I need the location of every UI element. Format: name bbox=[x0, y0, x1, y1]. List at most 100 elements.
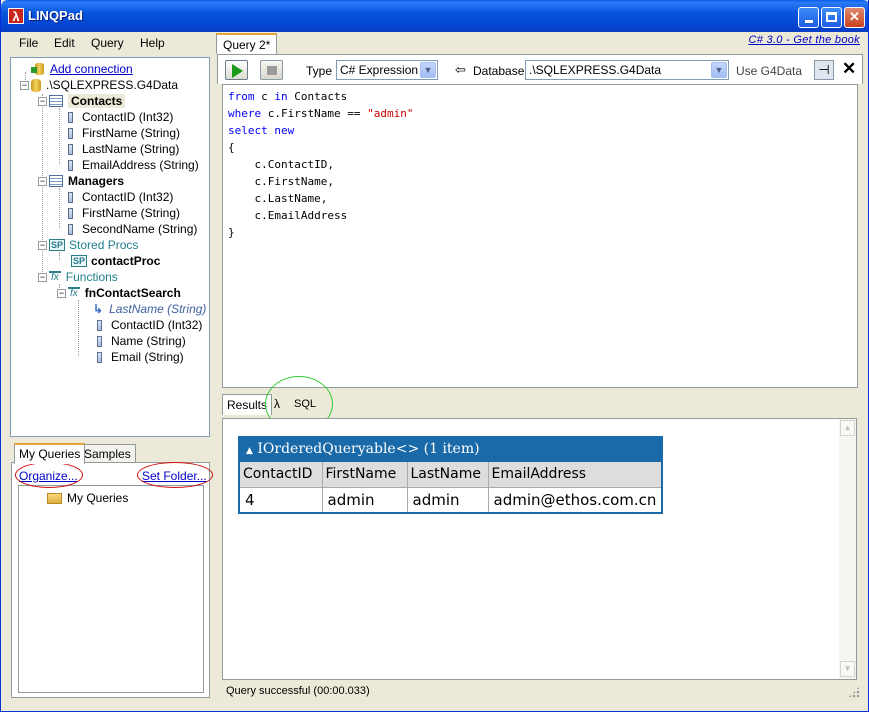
close-query-button[interactable]: ✕ bbox=[842, 59, 856, 79]
column-label: FirstName (String) bbox=[82, 206, 181, 220]
column-icon bbox=[68, 191, 73, 203]
code-line[interactable]: select new bbox=[228, 122, 413, 139]
code-keyword: in bbox=[274, 90, 288, 103]
code-text: c.ContactID, bbox=[228, 158, 334, 171]
results-scrollbar[interactable]: ▲ ▼ bbox=[839, 419, 856, 679]
tree-item-column[interactable]: EmailAddress (String) bbox=[65, 157, 199, 173]
code-line[interactable]: c.EmailAddress bbox=[228, 207, 413, 224]
queries-tabs: My Queries Samples bbox=[12, 443, 212, 464]
stored-procs-label: Stored Procs bbox=[69, 238, 139, 252]
column-label: ContactID (Int32) bbox=[82, 190, 174, 204]
query-code[interactable]: from c in Contacts where c.FirstName == "… bbox=[228, 88, 413, 241]
column-label: EmailAddress (String) bbox=[82, 158, 199, 172]
tree-item-parameter[interactable]: ↳ LastName (String) bbox=[93, 301, 206, 317]
code-text: } bbox=[228, 226, 235, 239]
scroll-down-button[interactable]: ▼ bbox=[840, 661, 855, 677]
menu-file[interactable]: File bbox=[19, 36, 38, 50]
tree-item-column[interactable]: LastName (String) bbox=[65, 141, 179, 157]
tab-query-2[interactable]: Query 2* bbox=[216, 33, 278, 54]
my-queries-list[interactable]: My Queries bbox=[18, 485, 204, 693]
title-bar[interactable]: λ LINQPad ✕ bbox=[1, 0, 868, 32]
get-the-book-link[interactable]: C# 3.0 - Get the book bbox=[749, 34, 860, 46]
minimize-icon bbox=[804, 20, 813, 23]
scroll-up-button[interactable]: ▲ bbox=[840, 420, 855, 436]
type-select-value: C# Expression bbox=[340, 63, 419, 77]
close-button[interactable]: ✕ bbox=[844, 7, 865, 28]
collapse-icon[interactable]: − bbox=[38, 240, 47, 250]
collapse-icon[interactable]: − bbox=[38, 272, 47, 282]
resize-grip-icon[interactable] bbox=[848, 686, 860, 698]
column-label: LastName (String) bbox=[82, 142, 180, 156]
column-icon bbox=[68, 127, 73, 139]
add-connection-icon bbox=[31, 62, 45, 76]
collapse-icon[interactable]: − bbox=[20, 80, 29, 90]
code-line[interactable]: c.LastName, bbox=[228, 190, 413, 207]
panel-splitter[interactable] bbox=[211, 56, 216, 702]
type-label: Type bbox=[306, 64, 333, 78]
tab-samples[interactable]: Samples bbox=[79, 444, 136, 463]
code-line[interactable]: c.FirstName, bbox=[228, 173, 413, 190]
collapse-icon[interactable]: − bbox=[57, 288, 66, 298]
tree-item-server[interactable]: − .\SQLEXPRESS.G4Data bbox=[20, 77, 178, 93]
tree-add-connection[interactable]: Add connection bbox=[31, 61, 133, 77]
tree-item-column[interactable]: ContactID (Int32) bbox=[65, 189, 173, 205]
column-header: ContactID bbox=[238, 460, 323, 488]
database-select[interactable]: .\SQLEXPRESS.G4Data ▼ bbox=[525, 60, 729, 80]
collapse-arrow-icon[interactable]: ▲ bbox=[246, 446, 253, 456]
tree-item-column[interactable]: FirstName (String) bbox=[65, 205, 180, 221]
tree-item-column[interactable]: ContactID (Int32) bbox=[94, 317, 202, 333]
tree-item-stored-proc[interactable]: SP contactProc bbox=[71, 253, 160, 269]
tree-item-column[interactable]: FirstName (String) bbox=[65, 125, 180, 141]
tree-item-function[interactable]: − fx fnContactSearch bbox=[57, 285, 181, 301]
my-queries-panel: Organize... Set Folder... My Queries bbox=[11, 462, 210, 698]
code-line[interactable]: where c.FirstName == "admin" bbox=[228, 105, 413, 122]
parameter-label: LastName (String) bbox=[109, 302, 207, 316]
pin-button[interactable]: ⊣ bbox=[814, 60, 834, 80]
tree-item-column[interactable]: ContactID (Int32) bbox=[65, 109, 173, 125]
chevron-down-icon: ▼ bbox=[420, 62, 436, 78]
type-select[interactable]: C# Expression ▼ bbox=[336, 60, 438, 80]
tree-item-column[interactable]: Email (String) bbox=[94, 349, 184, 365]
column-label: ContactID (Int32) bbox=[111, 318, 203, 332]
table-cell: admin bbox=[406, 486, 489, 514]
tree-item-column[interactable]: SecondName (String) bbox=[65, 221, 197, 237]
table-icon bbox=[49, 175, 63, 187]
results-panel[interactable]: ▲ IOrderedQueryable<> (1 item) ContactID… bbox=[222, 418, 857, 680]
use-database-button[interactable]: Use G4Data bbox=[736, 64, 802, 78]
tree-item-stored-procs[interactable]: − SP Stored Procs bbox=[38, 237, 138, 253]
collapse-icon[interactable]: − bbox=[38, 176, 47, 186]
menu-help[interactable]: Help bbox=[140, 36, 165, 50]
schema-tree[interactable]: Add connection − .\SQLEXPRESS.G4Data − C… bbox=[10, 57, 210, 437]
column-label: Email (String) bbox=[111, 350, 184, 364]
results-caption[interactable]: ▲ IOrderedQueryable<> (1 item) bbox=[238, 436, 664, 460]
tree-item-column[interactable]: Name (String) bbox=[94, 333, 186, 349]
list-item-my-queries[interactable]: My Queries bbox=[47, 490, 128, 506]
tree-item-managers[interactable]: − Managers bbox=[38, 173, 124, 189]
code-line[interactable]: { bbox=[228, 139, 413, 156]
stop-button[interactable] bbox=[260, 60, 283, 80]
column-icon bbox=[68, 111, 73, 123]
code-line[interactable]: c.ContactID, bbox=[228, 156, 413, 173]
code-text: c.EmailAddress bbox=[228, 209, 348, 222]
server-label: .\SQLEXPRESS.G4Data bbox=[46, 78, 179, 92]
table-row: 4 admin admin admin@ethos.com.cn bbox=[238, 486, 663, 514]
code-keyword: from bbox=[228, 90, 255, 103]
window-title: LINQPad bbox=[28, 8, 83, 23]
collapse-icon[interactable]: − bbox=[38, 96, 47, 106]
tab-my-queries[interactable]: My Queries bbox=[14, 443, 86, 464]
parameter-arrow-icon: ↳ bbox=[93, 302, 104, 316]
run-button[interactable] bbox=[225, 60, 248, 80]
code-editor[interactable]: from c in Contacts where c.FirstName == "… bbox=[222, 84, 858, 388]
minimize-button[interactable] bbox=[798, 7, 819, 28]
tree-item-functions[interactable]: − fx Functions bbox=[38, 269, 118, 285]
code-line[interactable]: from c in Contacts bbox=[228, 88, 413, 105]
menu-query[interactable]: Query bbox=[91, 36, 124, 50]
table-cell: admin@ethos.com.cn bbox=[487, 486, 663, 514]
column-label: Name (String) bbox=[111, 334, 186, 348]
add-connection-link[interactable]: Add connection bbox=[50, 62, 133, 76]
maximize-button[interactable] bbox=[821, 7, 842, 28]
code-text: Contacts bbox=[287, 90, 348, 103]
tree-item-contacts[interactable]: − Contacts bbox=[38, 93, 126, 109]
menu-edit[interactable]: Edit bbox=[54, 36, 75, 50]
code-line[interactable]: } bbox=[228, 224, 413, 241]
